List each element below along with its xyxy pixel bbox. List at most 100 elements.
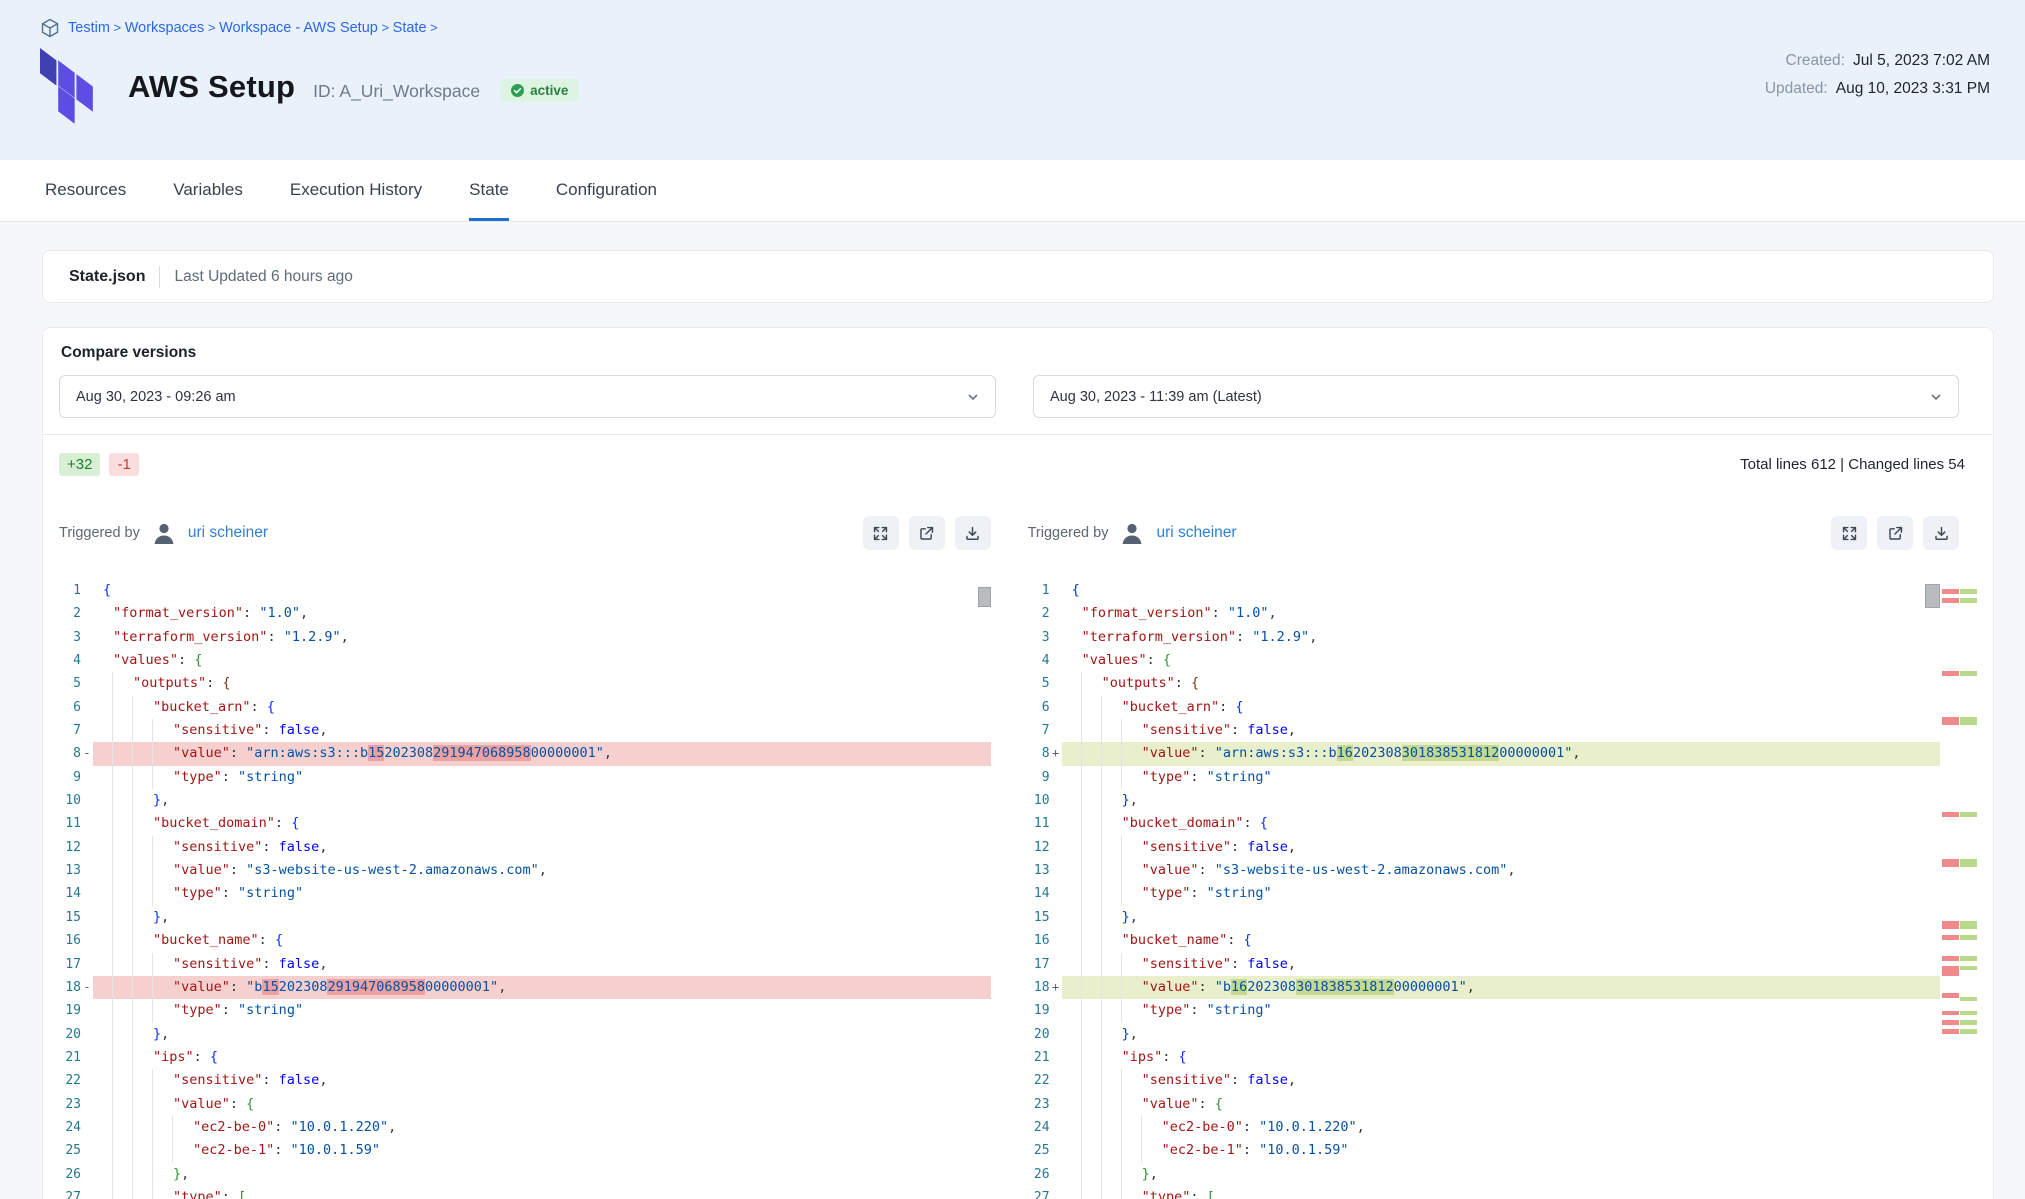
- diff-marker: [81, 672, 93, 695]
- triggered-by-user-link[interactable]: uri scheiner: [1156, 524, 1236, 542]
- code-token: }: [1122, 1026, 1130, 1042]
- code-token: "type": [1142, 1002, 1191, 1018]
- line-number: 8: [1028, 742, 1050, 765]
- download-icon: [964, 525, 981, 542]
- line-number: 19: [59, 999, 81, 1022]
- code-token: }: [153, 909, 161, 925]
- code-token: "string": [238, 885, 303, 901]
- diff-marker: [1050, 1163, 1062, 1186]
- version-select-left[interactable]: Aug 30, 2023 - 09:26 am: [59, 375, 996, 418]
- version-select-right[interactable]: Aug 30, 2023 - 11:39 am (Latest): [1033, 375, 1959, 418]
- code-line-content: "type": "string": [93, 882, 991, 905]
- code-token: :: [230, 979, 246, 995]
- diff-marker: [81, 696, 93, 719]
- code-token: "value": [173, 862, 230, 878]
- code-token: "type": [173, 885, 222, 901]
- code-line-removed: 18-"value": "b15202308291947068958000000…: [59, 976, 991, 999]
- code-line-content: "sensitive": false,: [93, 953, 991, 976]
- code-token: "format_version": [1082, 605, 1212, 621]
- diff-section: +32 -1 Total lines 612 | Changed lines 5…: [43, 435, 1993, 1199]
- code-token: "bucket_arn": [1122, 699, 1220, 715]
- diff-ruler-mark-removed: [1942, 935, 1959, 940]
- line-number: 26: [59, 1163, 81, 1186]
- code-token: :: [1244, 815, 1260, 831]
- code-token: ,: [1572, 745, 1580, 761]
- code-token: "outputs": [1102, 675, 1175, 691]
- breadcrumb-link[interactable]: Workspace - AWS Setup: [219, 20, 378, 36]
- diff-totals: Total lines 612 | Changed lines 54: [1740, 456, 1977, 473]
- expand-button[interactable]: [863, 516, 899, 550]
- code-token: {: [267, 699, 275, 715]
- breadcrumb-link[interactable]: State: [393, 20, 427, 36]
- state-file-last-updated: Last Updated 6 hours ago: [174, 268, 352, 286]
- page-title: AWS Setup: [128, 69, 295, 105]
- tab-variables[interactable]: Variables: [173, 160, 243, 221]
- code-token: ,: [319, 722, 327, 738]
- code-token: "s3-website-us-west-2.amazonaws.com": [246, 862, 539, 878]
- open-external-button[interactable]: [1877, 516, 1913, 550]
- line-number: 12: [59, 836, 81, 859]
- breadcrumb-link[interactable]: Workspaces: [125, 20, 205, 36]
- code-line: 25"ec2-be-1": "10.0.1.59": [1028, 1139, 1940, 1162]
- code-line: 2"format_version": "1.0",: [59, 602, 991, 625]
- tab-state[interactable]: State: [469, 160, 509, 221]
- code-token: "string": [238, 1002, 303, 1018]
- code-token: :: [243, 605, 259, 621]
- code-token: :: [274, 1119, 290, 1135]
- code-token: false: [279, 722, 320, 738]
- code-token: ,: [181, 1166, 189, 1182]
- code-line-content: "value": "s3-website-us-west-2.amazonaws…: [93, 859, 991, 882]
- code-line-content: "value": {: [93, 1093, 991, 1116]
- code-line-content: "value": "arn:aws:s3:::b1520230829194706…: [93, 742, 991, 765]
- code-token: "values": [113, 652, 178, 668]
- code-token: :: [262, 839, 278, 855]
- code-token: :: [1243, 1119, 1259, 1135]
- code-line: 9"type": "string": [59, 766, 991, 789]
- diff-marker: [81, 953, 93, 976]
- code-token: "values": [1082, 652, 1147, 668]
- code-token: "type": [173, 769, 222, 785]
- code-token: {: [1244, 932, 1252, 948]
- additions-badge: +32: [59, 453, 100, 476]
- scrollbar-thumb[interactable]: [1925, 584, 1940, 608]
- code-token: {: [103, 582, 111, 598]
- diff-ruler-mark-removed: [1942, 1011, 1959, 1015]
- diff-ruler-mark-added: [1960, 859, 1977, 867]
- check-icon: [511, 84, 524, 97]
- download-button[interactable]: [1923, 516, 1959, 550]
- workspace-meta: Created:Jul 5, 2023 7:02 AM Updated:Aug …: [1765, 42, 1990, 98]
- diff-ruler-mark-added: [1960, 921, 1977, 929]
- code-token: ,: [1288, 956, 1296, 972]
- code-token: false: [1247, 722, 1288, 738]
- code-token: "ips": [153, 1049, 194, 1065]
- code-token: 202308: [384, 745, 433, 761]
- scrollbar-thumb[interactable]: [978, 587, 991, 607]
- expand-button[interactable]: [1831, 516, 1867, 550]
- code-line-content: "values": {: [1062, 649, 1940, 672]
- breadcrumb-separator: >: [204, 20, 219, 35]
- diff-ruler-mark-added: [1960, 1011, 1977, 1015]
- code-line-added: 18+"value": "b16202308301838531812000000…: [1028, 976, 1940, 999]
- diff-marker: [81, 719, 93, 742]
- code-token: 202308: [1247, 979, 1296, 995]
- code-token: ,: [1150, 1166, 1158, 1182]
- code-line: 13"value": "s3-website-us-west-2.amazona…: [1028, 859, 1940, 882]
- diff-marker: [1050, 859, 1062, 882]
- tab-execution-history[interactable]: Execution History: [290, 160, 422, 221]
- code-token: "ec2-be-0": [1162, 1119, 1243, 1135]
- diff-marker: [1050, 579, 1062, 602]
- diff-ruler-mark-added: [1960, 812, 1977, 817]
- line-number: 14: [1028, 882, 1050, 905]
- code-token: "type": [173, 1189, 222, 1199]
- diff-marker: [1050, 602, 1062, 625]
- open-external-button[interactable]: [909, 516, 945, 550]
- triggered-by-user-link[interactable]: uri scheiner: [188, 524, 268, 542]
- code-token: "string": [238, 769, 303, 785]
- code-line-content: "bucket_name": {: [93, 929, 991, 952]
- code-line-content: "sensitive": false,: [93, 1069, 991, 1092]
- tab-configuration[interactable]: Configuration: [556, 160, 657, 221]
- tab-resources[interactable]: Resources: [45, 160, 126, 221]
- diff-marker: [1050, 1093, 1062, 1116]
- breadcrumb-link[interactable]: Testim: [68, 20, 110, 36]
- download-button[interactable]: [955, 516, 991, 550]
